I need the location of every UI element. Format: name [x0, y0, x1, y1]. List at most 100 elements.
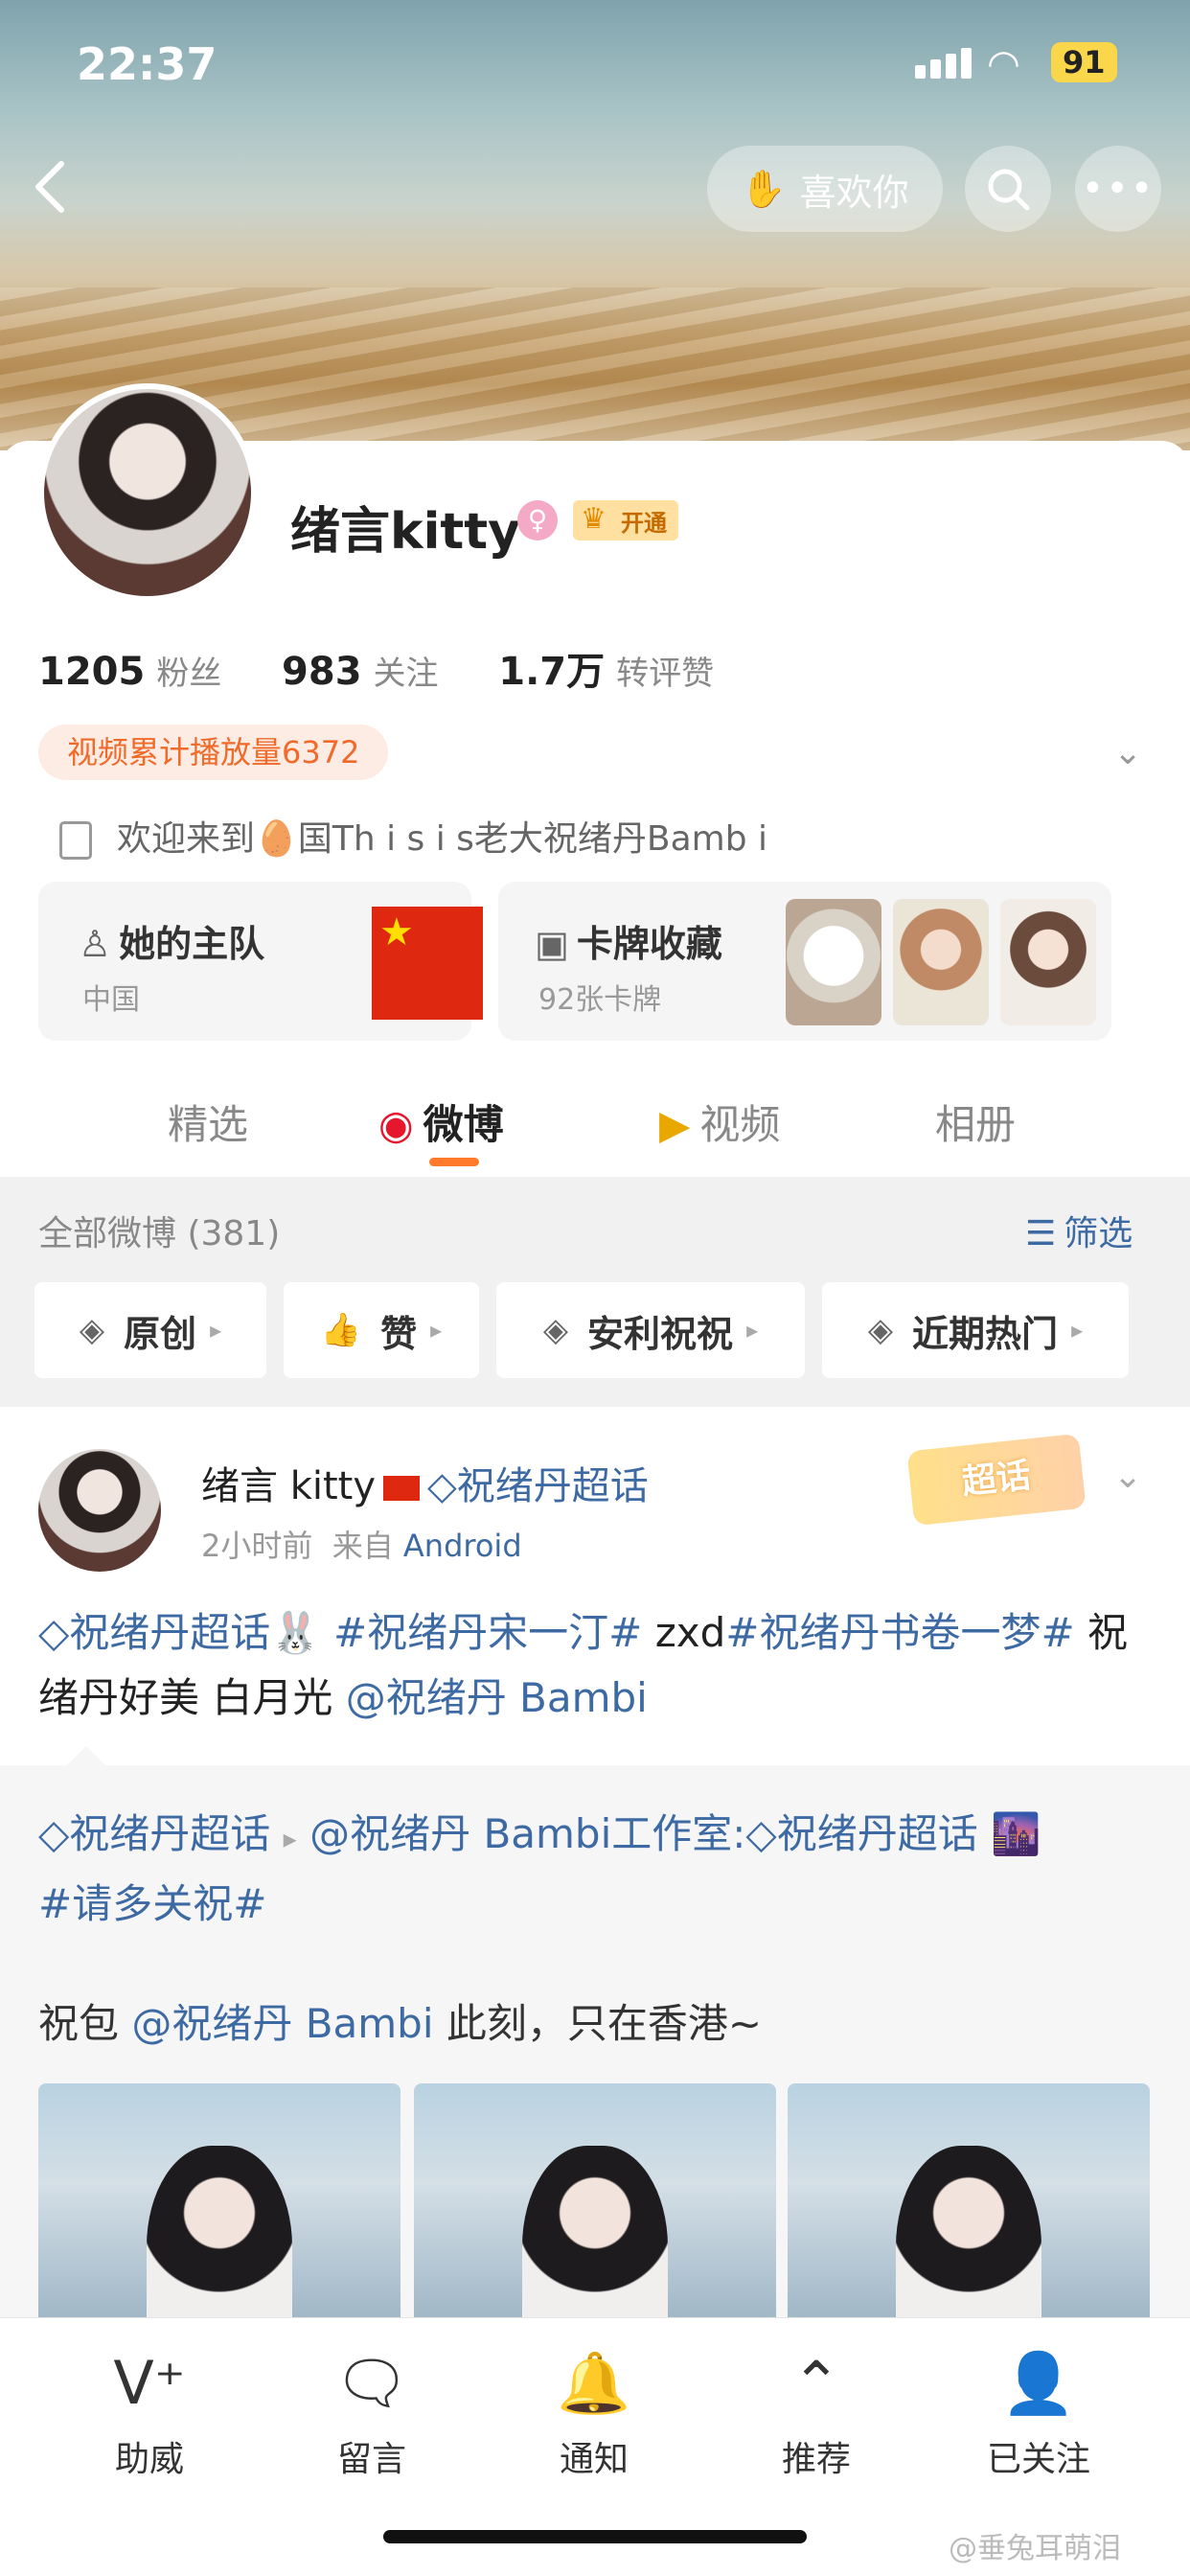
post-author-line: 绪言 kitty ◇祝绪丹超话 [201, 1455, 649, 1510]
post-topic-text: 祝绪丹超话 [456, 1464, 649, 1508]
card-thumbnail [786, 899, 881, 1025]
mention-link[interactable]: @祝绪丹 Bambi [346, 1674, 648, 1721]
vip-badge[interactable]: 开通 [573, 500, 678, 540]
post-image[interactable] [414, 2083, 776, 2333]
profile-tabs: 精选 ◉ 微博 ▶ 视频 相册 [0, 1073, 1190, 1179]
weibo-icon: ◉ [378, 1101, 414, 1148]
filter-icon: ☰ [1025, 1214, 1057, 1254]
post-source-prefix: 来自 [332, 1528, 394, 1564]
battery-icon: 91 [1051, 42, 1117, 82]
chevron-down-icon[interactable]: ⌄ [1113, 1457, 1142, 1496]
chip-recent-hot[interactable]: ◈ 近期热门 ▸ [822, 1282, 1129, 1378]
team-sub: 中国 [82, 983, 140, 1017]
tab-featured[interactable]: 精选 [168, 1092, 248, 1151]
bell-icon: 🔔 [557, 2348, 631, 2418]
home-indicator[interactable] [383, 2530, 807, 2543]
profile-name: 绪言kitty [290, 503, 521, 561]
video-icon: ▶ [659, 1101, 691, 1148]
more-button[interactable]: ••• [1075, 146, 1161, 232]
status-bar: 22:37 ◠ 91 [0, 0, 1190, 125]
wifi-icon: ◠ [987, 42, 1020, 86]
team-title-text: 她的主队 [119, 923, 265, 965]
thumbs-up-icon: 👍 [320, 1311, 362, 1349]
notify-button[interactable]: 🔔 通知 [517, 2345, 671, 2481]
post-time: 2小时前 [201, 1528, 313, 1564]
signal-icon [915, 48, 976, 79]
post-topic[interactable]: ◇祝绪丹超话 [427, 1464, 649, 1508]
post-topic-link[interactable]: ◇祝绪丹超话 [38, 1609, 270, 1656]
repost-author-link[interactable]: @祝绪丹 Bambi工作室: [309, 1810, 745, 1857]
cards-title: ▣ 卡牌收藏 [535, 914, 722, 967]
post-text-segment: zxd [642, 1609, 726, 1656]
chip-liked-label: 赞 [380, 1312, 418, 1355]
repost-text-segment: 此刻，只在香港~ [433, 2000, 763, 2047]
chip-recent-hot-label: 近期热门 [912, 1312, 1059, 1355]
post-text: ◇祝绪丹超话🐰 #祝绪丹宋一汀# zxd#祝绪丹书卷一梦# 祝绪丹好美 白月光 … [38, 1600, 1159, 1731]
search-button[interactable] [965, 146, 1051, 232]
cheer-icon: V⁺ [113, 2348, 186, 2418]
repost-topic-link[interactable]: ◇祝绪丹超话 [745, 1810, 977, 1857]
chip-liked[interactable]: 👍 赞 ▸ [284, 1282, 479, 1378]
cheer-button[interactable]: V⁺ 助威 [73, 2345, 226, 2481]
hand-icon: ✋ [741, 167, 787, 210]
all-posts-count: 全部微博 (381) [38, 1214, 281, 1254]
post-meta: 2小时前 来自 Android [201, 1522, 522, 1566]
recommend-button[interactable]: ⌃ 推荐 [740, 2345, 893, 2481]
card-icon: ▣ [535, 923, 569, 965]
card-thumbnail [893, 899, 989, 1025]
user-check-icon: 👤 [1001, 2348, 1076, 2418]
hashtag-link[interactable]: #祝绪丹宋一汀# [333, 1609, 642, 1656]
chevron-down-icon[interactable]: ⌄ [1113, 733, 1142, 772]
female-icon: ♀ [517, 500, 558, 540]
following-button[interactable]: 👤 已关注 [962, 2345, 1115, 2481]
status-time: 22:37 [77, 38, 217, 90]
following-label: 关注 [373, 655, 439, 693]
layers-icon: ◈ [79, 1311, 105, 1349]
active-tab-indicator [429, 1158, 479, 1166]
likes-label: 转评赞 [616, 655, 715, 693]
tab-weibo-label: 微博 [423, 1101, 504, 1148]
team-icon: ♙ [79, 923, 112, 965]
document-icon [59, 821, 92, 860]
tab-video[interactable]: ▶ 视频 [659, 1092, 780, 1151]
chaohua-badge[interactable]: 超话 [906, 1433, 1087, 1527]
repost-topic-link[interactable]: ◇祝绪丹超话 [38, 1810, 270, 1857]
back-button[interactable] [29, 158, 77, 216]
followers-count: 1205 [38, 650, 146, 694]
post-image[interactable] [38, 2083, 400, 2333]
china-flag-icon [383, 1476, 421, 1501]
following-button-label: 已关注 [986, 2440, 1090, 2479]
filter-button[interactable]: ☰ 筛选 [1025, 1206, 1133, 1255]
video-plays-badge[interactable]: 视频累计播放量6372 [38, 724, 389, 780]
post-author-avatar[interactable] [38, 1449, 161, 1572]
layers-icon: ◈ [867, 1311, 894, 1349]
avatar[interactable] [38, 383, 257, 602]
china-flag-image [372, 907, 483, 1020]
likes-count: 1.7万 [498, 650, 606, 694]
followers-stat[interactable]: 1205 粉丝 [38, 647, 221, 694]
chip-recommend[interactable]: ◈ 安利祝祝 ▸ [496, 1282, 805, 1378]
tab-album[interactable]: 相册 [935, 1092, 1016, 1151]
post-image[interactable] [788, 2083, 1150, 2333]
cards-sub: 92张卡牌 [538, 983, 662, 1017]
notify-label: 通知 [559, 2440, 629, 2479]
message-button[interactable]: 🗨 留言 [295, 2345, 448, 2481]
rabbit-emoji: 🐰 [270, 1609, 321, 1656]
hashtag-link[interactable]: #祝绪丹书卷一梦# [725, 1609, 1074, 1656]
chip-original[interactable]: ◈ 原创 ▸ [34, 1282, 266, 1378]
like-you-button[interactable]: ✋ 喜欢你 [707, 146, 943, 232]
tab-weibo[interactable]: ◉ 微博 [378, 1092, 504, 1151]
home-team-card[interactable]: ♙ 她的主队 中国 [38, 882, 483, 1041]
likes-stat[interactable]: 1.7万 转评赞 [498, 640, 714, 696]
following-stat[interactable]: 983 关注 [282, 647, 439, 694]
caret-right-icon: ▸ [1071, 1317, 1084, 1344]
chevron-up-circle-icon: ⌃ [791, 2348, 841, 2418]
layers-icon: ◈ [542, 1311, 569, 1349]
city-emoji: 🌆 [991, 1810, 1041, 1857]
card-collection-card[interactable]: ▣ 卡牌收藏 92张卡牌 [498, 882, 1111, 1041]
post-author-name[interactable]: 绪言 kitty [201, 1464, 376, 1508]
repost-hashtag-link[interactable]: #请多关祝# [38, 1880, 266, 1927]
card-thumbnail [1000, 899, 1096, 1025]
repost-header: ◇祝绪丹超话 ▸ @祝绪丹 Bambi工作室:◇祝绪丹超话 🌆 #请多关祝# [38, 1802, 1054, 1937]
mention-link[interactable]: @祝绪丹 Bambi [131, 2000, 433, 2047]
